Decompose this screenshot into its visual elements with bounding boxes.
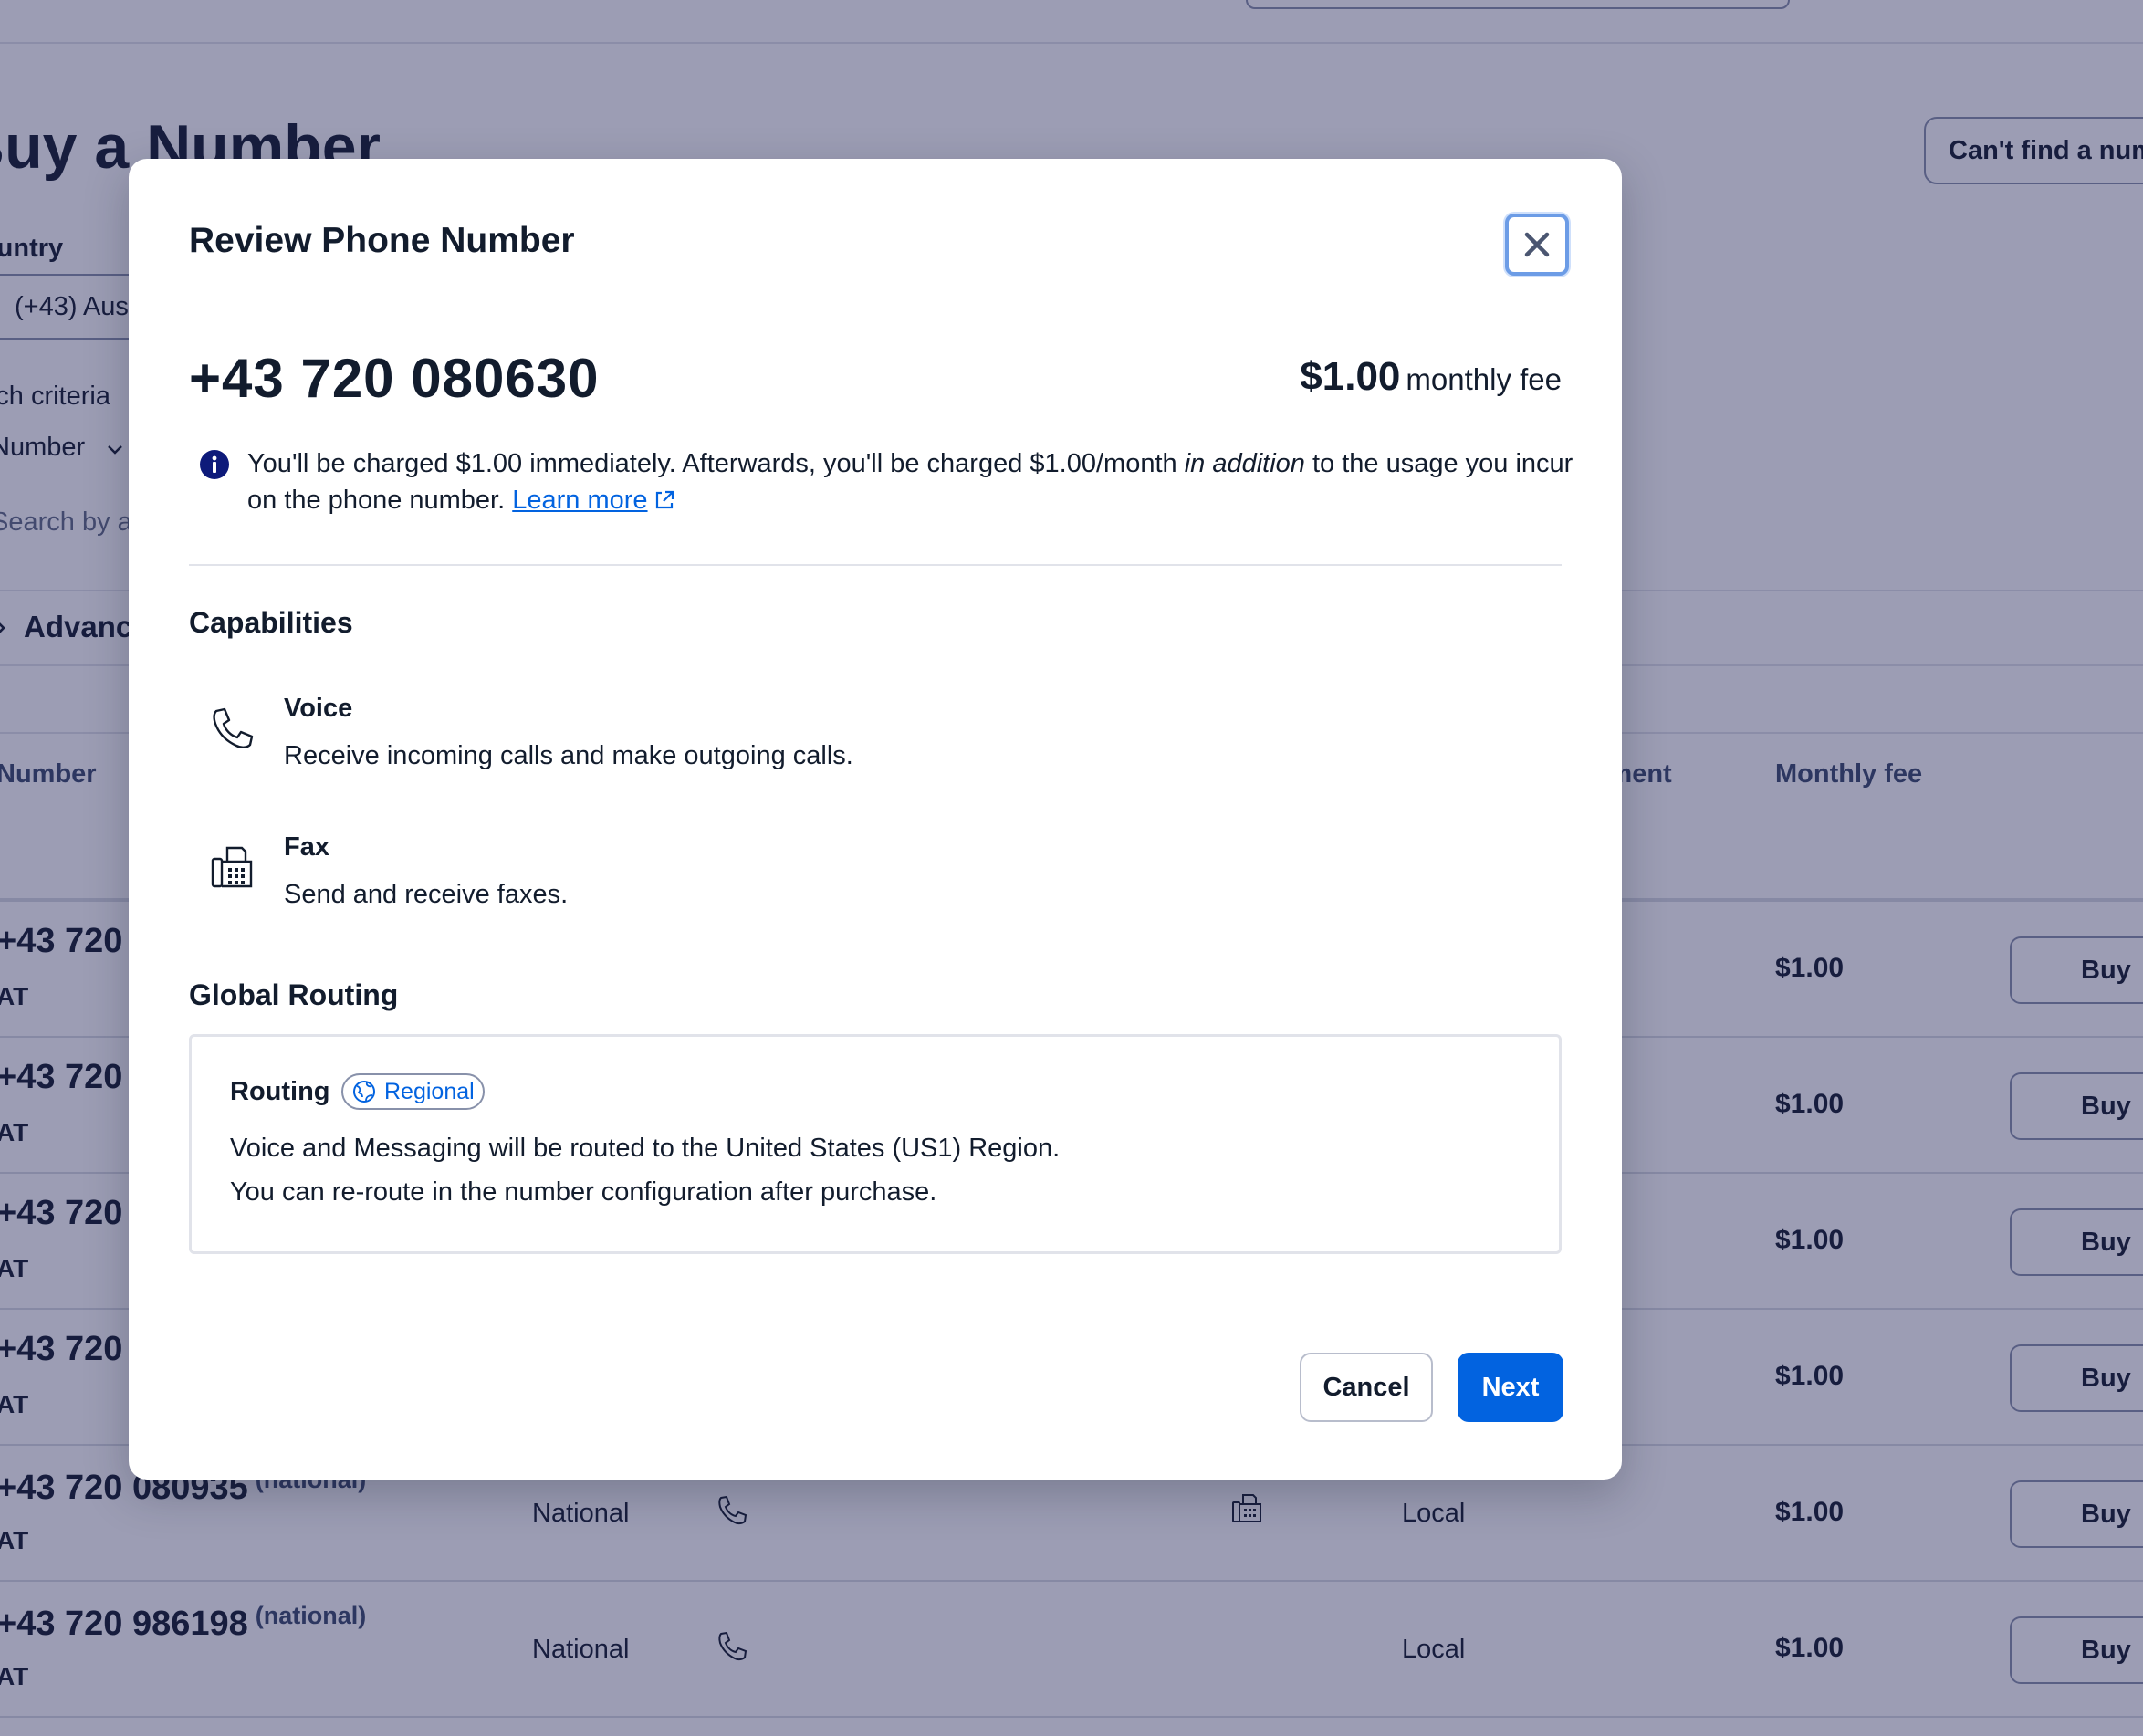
next-button[interactable]: Next [1458,1353,1563,1422]
capability-voice-description: Receive incoming calls and make outgoing… [284,741,853,770]
routing-label: Routing [230,1077,330,1106]
capability-fax-title: Fax [284,832,329,862]
learn-more-link[interactable]: Learn more [512,486,647,515]
charge-info-text: You'll be charged $1.00 immediately. Aft… [247,445,1580,518]
regional-badge: Regional [341,1073,485,1110]
globe-icon [353,1081,375,1103]
external-link-icon[interactable] [653,489,675,511]
phone-icon [213,707,254,748]
capabilities-heading: Capabilities [189,606,353,639]
review-phone-number-modal: Review Phone Number +43 720 080630 $1.00… [129,159,1622,1480]
global-routing-heading: Global Routing [189,978,399,1011]
modal-divider [189,564,1562,566]
selected-phone-number: +43 720 080630 [189,348,600,409]
close-modal-button[interactable] [1505,214,1569,276]
info-icon [200,450,229,479]
monthly-fee-label: monthly fee [1406,362,1562,396]
page: Buy a Number Can't find a number? Countr… [0,0,2143,1736]
routing-description-line-2: You can re-route in the number configura… [230,1177,937,1207]
capability-voice-title: Voice [284,694,353,723]
modal-title: Review Phone Number [189,221,575,260]
close-icon [1524,232,1550,257]
routing-description-line-1: Voice and Messaging will be routed to th… [230,1134,1061,1163]
learn-more-label: Learn more [512,486,648,515]
routing-card: Routing Regional Voice and Messaging wil… [189,1034,1562,1254]
capability-fax-description: Send and receive faxes. [284,880,569,909]
monthly-fee-amount: $1.00 [1300,354,1401,399]
monthly-fee-summary: $1.00 monthly fee [1300,354,1562,400]
fax-icon [211,846,253,888]
cancel-button[interactable]: Cancel [1300,1353,1433,1422]
charge-info-part-1: You'll be charged $1.00 immediately. Aft… [247,449,1185,478]
regional-badge-label: Regional [384,1078,475,1104]
charge-info-emphasis: in addition [1184,449,1305,478]
